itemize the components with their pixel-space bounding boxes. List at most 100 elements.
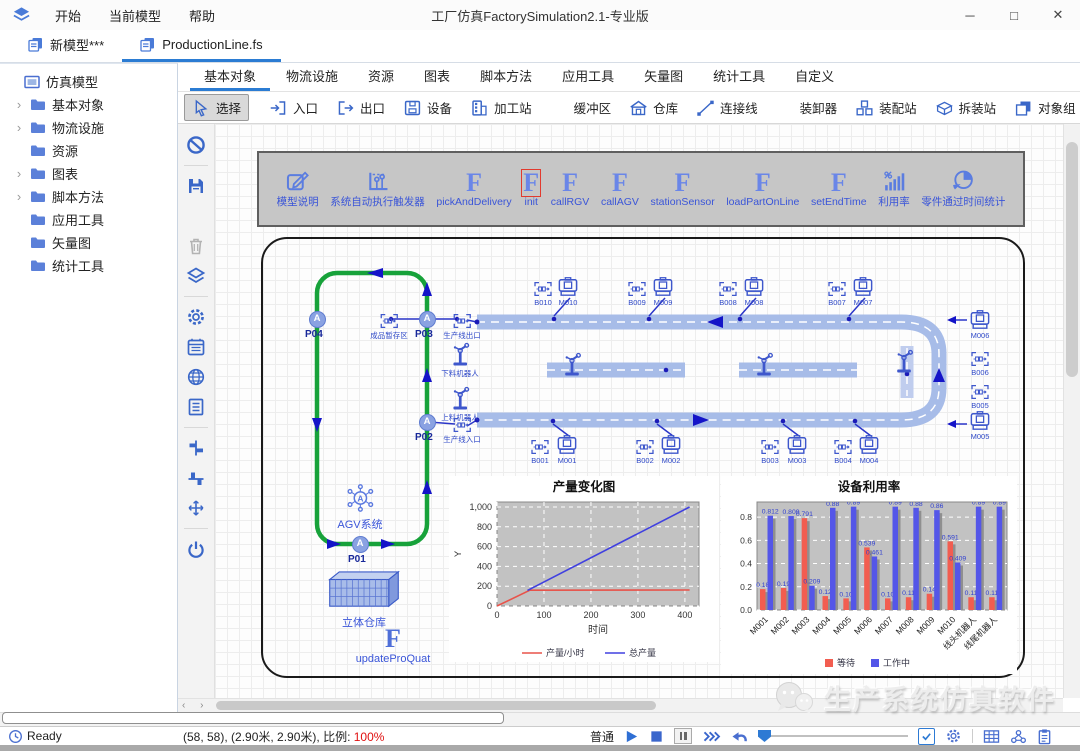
buffer-B004[interactable]: B004 bbox=[833, 439, 853, 465]
strip-globe-button[interactable] bbox=[183, 364, 209, 390]
script-item-9[interactable]: 利用率 bbox=[878, 169, 910, 209]
speed-mode[interactable]: 普通 bbox=[590, 728, 614, 745]
strip-align-horizontal-button[interactable] bbox=[183, 435, 209, 461]
stop-button[interactable] bbox=[649, 729, 664, 744]
buffer-B008[interactable]: B008 bbox=[718, 281, 738, 307]
machine-M001[interactable]: M001 bbox=[556, 435, 578, 465]
close-button[interactable]: ✕ bbox=[1036, 0, 1080, 30]
toolbar-button-robot[interactable]: 装卸器 bbox=[768, 94, 846, 121]
strip-align-vertical-button[interactable] bbox=[183, 465, 209, 491]
strip-move-button[interactable] bbox=[183, 495, 209, 521]
menu-help[interactable]: 帮助 bbox=[189, 6, 215, 25]
report-clipboard-icon[interactable] bbox=[1037, 728, 1052, 745]
machine-M002[interactable]: M002 bbox=[660, 435, 682, 465]
ribbon-tab-vector[interactable]: 矢量图 bbox=[630, 61, 697, 91]
agv-node-P01[interactable]: A bbox=[352, 536, 369, 553]
toolbar-button-cursor[interactable]: 选择 bbox=[184, 94, 249, 121]
strip-save-as-button[interactable] bbox=[183, 203, 209, 229]
scroll-arrow-icons[interactable]: ‹ › bbox=[182, 700, 209, 711]
agv-node-P02[interactable]: A bbox=[419, 414, 436, 431]
machine-M004[interactable]: M004 bbox=[858, 435, 880, 465]
agv-system[interactable]: AGV系统 bbox=[337, 482, 382, 532]
ribbon-tab-logistics[interactable]: 物流设施 bbox=[272, 61, 352, 91]
strip-layers-button[interactable] bbox=[183, 263, 209, 289]
machine-M008[interactable]: M008 bbox=[743, 277, 765, 307]
strip-calendar-button[interactable] bbox=[183, 334, 209, 360]
ribbon-tab-statistics[interactable]: 统计工具 bbox=[699, 61, 779, 91]
toolbar-button-group[interactable]: 对象组 bbox=[1006, 94, 1080, 121]
buffer-B003[interactable]: B003 bbox=[760, 439, 780, 465]
doc-tab-productionline[interactable]: ProductionLine.fs bbox=[122, 30, 280, 62]
strip-trash-button[interactable] bbox=[183, 233, 209, 259]
toolbar-button-station[interactable]: 加工站 bbox=[462, 94, 540, 121]
toolbar-button-warehouse[interactable]: 仓库 bbox=[621, 94, 686, 121]
ribbon-tab-app-tools[interactable]: 应用工具 bbox=[548, 61, 628, 91]
script-item-8[interactable]: FsetEndTime bbox=[811, 171, 867, 208]
toolbar-button-device[interactable]: 设备 bbox=[395, 94, 460, 121]
menu-current-model[interactable]: 当前模型 bbox=[109, 6, 161, 25]
script-item-7[interactable]: FloadPartOnLine bbox=[726, 171, 799, 208]
equipment-utilization-chart[interactable]: 设备利用率0.00.20.40.60.80.180.8120.190.8090.… bbox=[721, 476, 1017, 674]
horizontal-scrollbar[interactable]: ‹ › bbox=[178, 698, 1063, 712]
sidebar-item-6[interactable]: 矢量图 bbox=[0, 231, 177, 254]
machine-M007[interactable]: M007 bbox=[852, 277, 874, 307]
script-item-4[interactable]: FcallRGV bbox=[551, 171, 590, 208]
doc-tab-new-model[interactable]: 新模型*** bbox=[10, 30, 122, 62]
maximize-button[interactable]: □ bbox=[992, 0, 1036, 30]
machine-M003[interactable]: M003 bbox=[786, 435, 808, 465]
share-icon[interactable] bbox=[1010, 729, 1027, 744]
model-canvas[interactable]: 模型说明 系统自动执行触发器 FpickAndDelivery Finit Fc… bbox=[215, 124, 1063, 698]
settings-gear-icon[interactable] bbox=[945, 728, 962, 744]
strip-block-button[interactable] bbox=[183, 132, 209, 158]
buffer-B007[interactable]: B007 bbox=[827, 281, 847, 307]
toolbar-button-assembly[interactable]: 装配站 bbox=[847, 94, 925, 121]
strip-save-button[interactable] bbox=[183, 173, 209, 199]
buffer-B009[interactable]: B009 bbox=[627, 281, 647, 307]
toolbar-button-buffer[interactable]: 缓冲区 bbox=[542, 94, 620, 121]
sidebar-item-2[interactable]: 资源 bbox=[0, 139, 177, 162]
machine-M009[interactable]: M009 bbox=[652, 277, 674, 307]
sidebar-item-7[interactable]: 统计工具 bbox=[0, 254, 177, 277]
belt-robot-3[interactable] bbox=[893, 348, 915, 374]
buffer-B002[interactable]: B002 bbox=[635, 439, 655, 465]
buffer-B006[interactable]: B006 bbox=[970, 351, 990, 377]
command-input[interactable] bbox=[2, 712, 504, 724]
buffer-B005[interactable]: B005 bbox=[970, 384, 990, 410]
toolbar-button-exit[interactable]: 出口 bbox=[328, 94, 393, 121]
table-view-icon[interactable] bbox=[983, 729, 1000, 744]
line-entry-buffer[interactable]: 生产线入口 bbox=[443, 417, 481, 445]
update-function[interactable]: FupdateProQuat bbox=[356, 627, 431, 665]
sidebar-item-3[interactable]: › 图表 bbox=[0, 162, 177, 185]
sidebar-item-5[interactable]: 应用工具 bbox=[0, 208, 177, 231]
speed-slider-thumb[interactable] bbox=[758, 730, 771, 742]
unload-robot[interactable]: 下料机器人 bbox=[441, 341, 479, 379]
strip-list-button[interactable] bbox=[183, 394, 209, 420]
belt-robot-1[interactable] bbox=[561, 351, 583, 377]
script-item-5[interactable]: FcallAGV bbox=[601, 171, 639, 208]
sidebar-item-0[interactable]: › 基本对象 bbox=[0, 93, 177, 116]
speed-slider[interactable] bbox=[758, 729, 908, 743]
ribbon-tab-scripts[interactable]: 脚本方法 bbox=[466, 61, 546, 91]
toolbar-button-line[interactable]: 连接线 bbox=[688, 94, 766, 121]
finished-goods-buffer[interactable]: 成品暂存区 bbox=[370, 313, 408, 341]
machine-M006[interactable]: M006 bbox=[969, 310, 991, 340]
buffer-B001[interactable]: B001 bbox=[530, 439, 550, 465]
fast-forward-button[interactable] bbox=[702, 729, 721, 744]
script-item-3[interactable]: Finit bbox=[523, 171, 539, 208]
vertical-scrollbar-thumb[interactable] bbox=[1066, 142, 1078, 377]
line-exit-buffer[interactable]: 生产线出口 bbox=[443, 313, 481, 341]
ribbon-tab-resources[interactable]: 资源 bbox=[354, 61, 408, 91]
reset-button[interactable] bbox=[731, 729, 748, 744]
belt-robot-2[interactable] bbox=[753, 351, 775, 377]
stereo-warehouse[interactable]: 立体仓库 bbox=[324, 568, 404, 630]
script-item-2[interactable]: FpickAndDelivery bbox=[436, 171, 511, 208]
script-item-0[interactable]: 模型说明 bbox=[277, 169, 319, 209]
sidebar-item-4[interactable]: › 脚本方法 bbox=[0, 185, 177, 208]
vertical-scrollbar[interactable] bbox=[1063, 124, 1080, 698]
tree-root-simulation-model[interactable]: 仿真模型 bbox=[0, 70, 177, 93]
buffer-B010[interactable]: B010 bbox=[533, 281, 553, 307]
horizontal-scrollbar-thumb[interactable] bbox=[216, 701, 656, 710]
toolbar-button-entry[interactable]: 入口 bbox=[261, 94, 326, 121]
ribbon-tab-basic-objects[interactable]: 基本对象 bbox=[190, 61, 270, 91]
ribbon-tab-charts[interactable]: 图表 bbox=[410, 61, 464, 91]
